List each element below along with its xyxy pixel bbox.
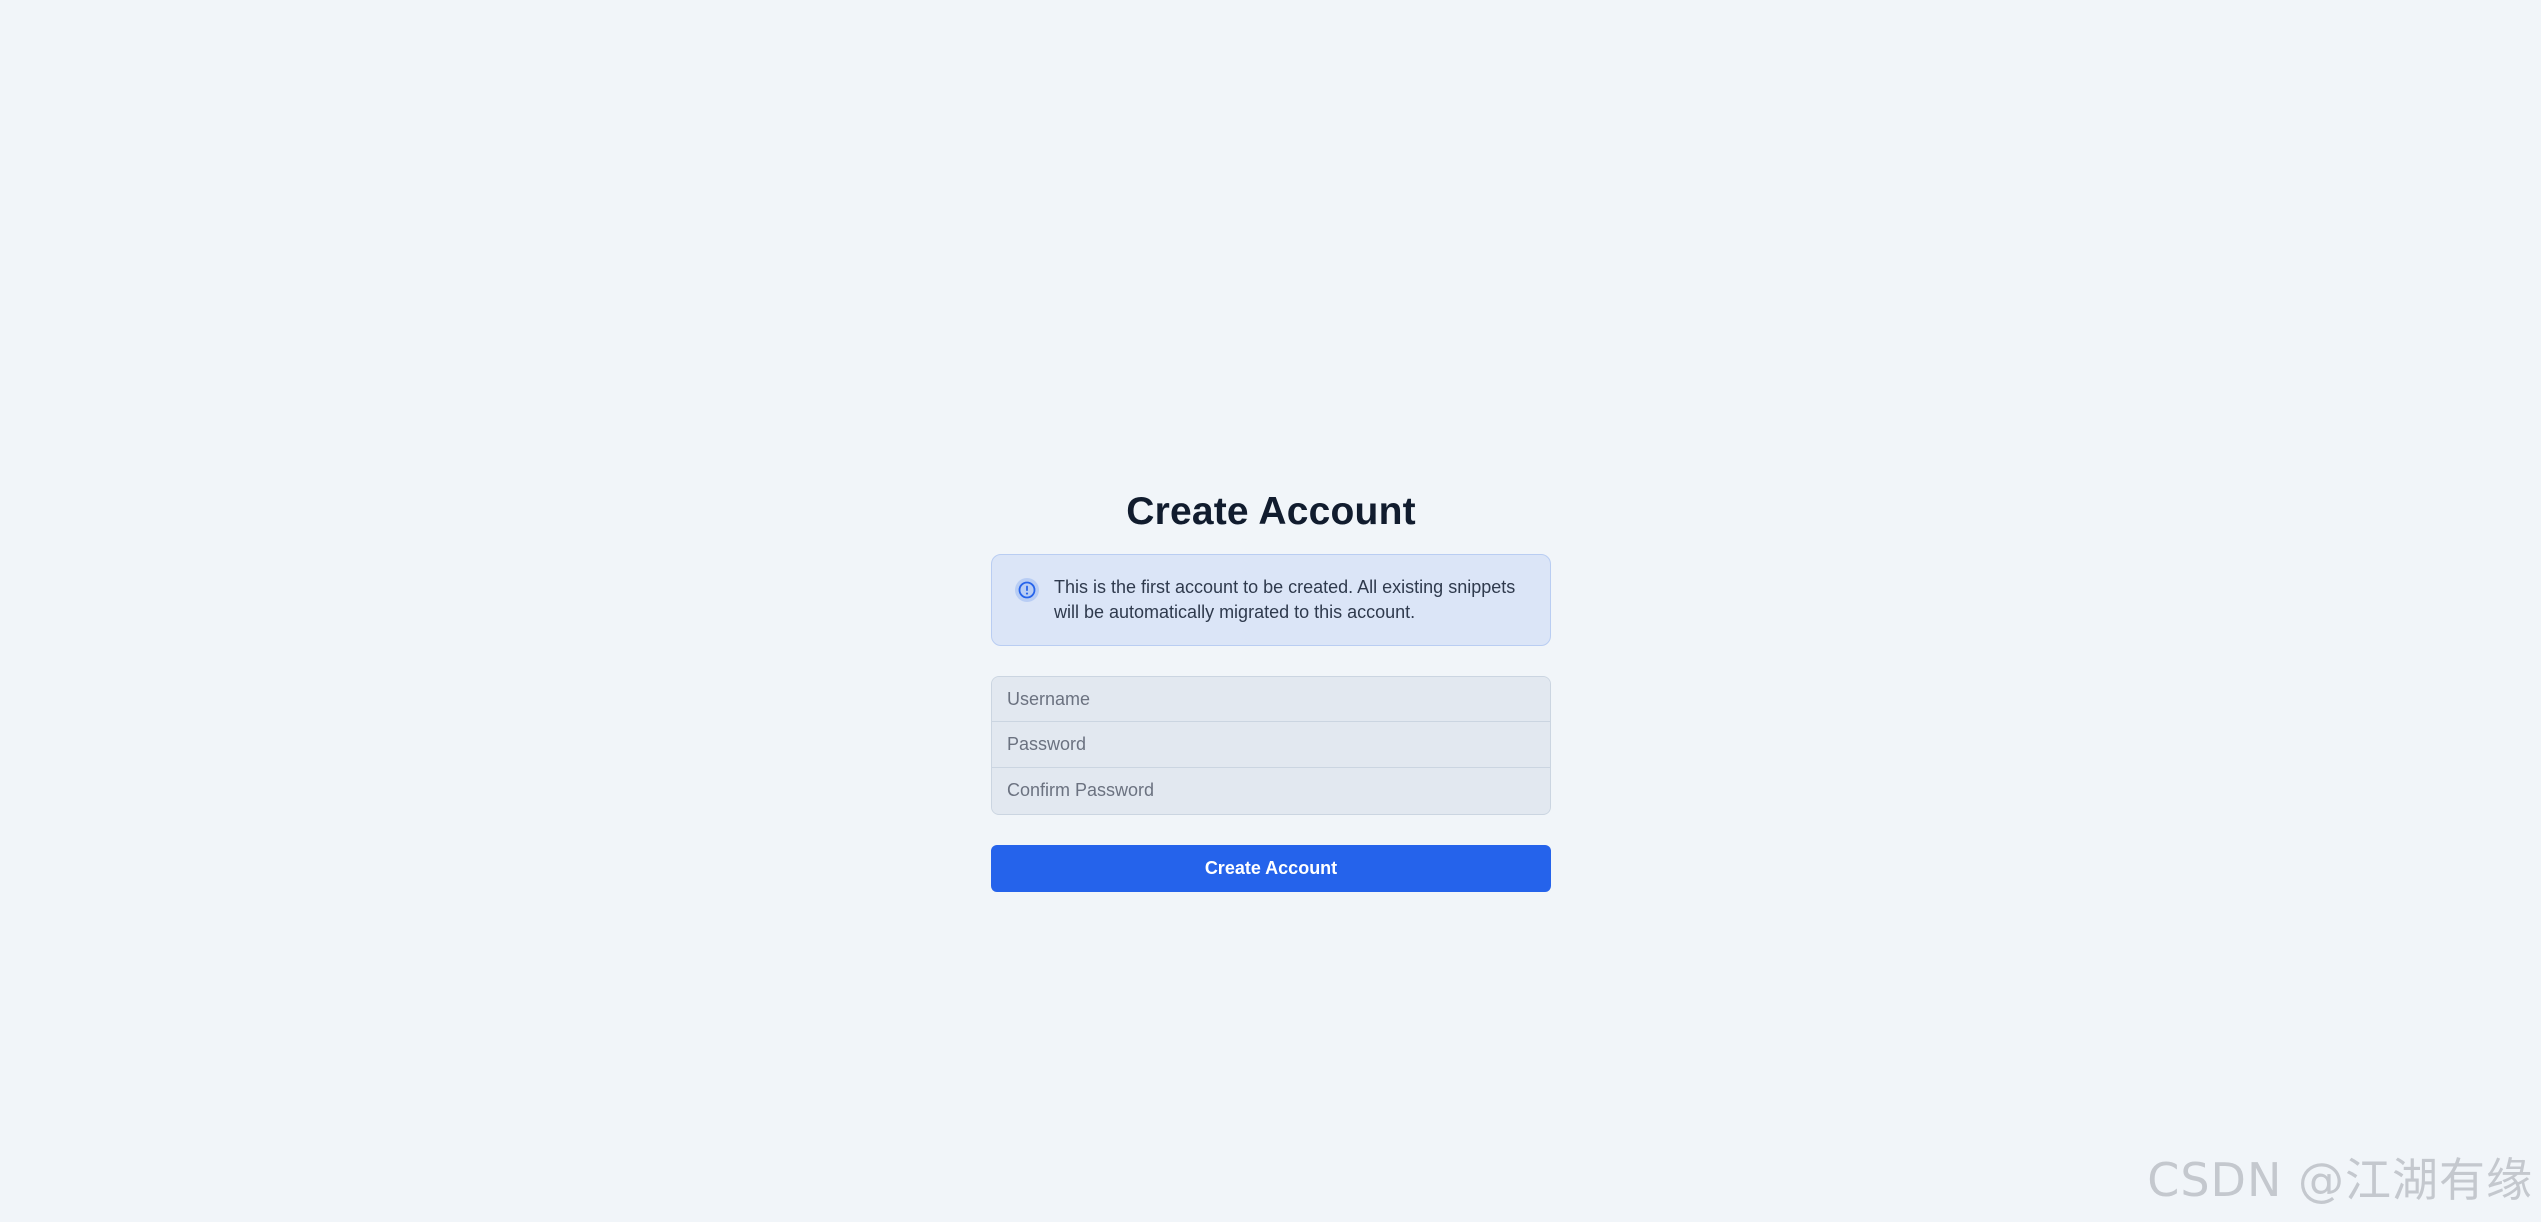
create-account-button[interactable]: Create Account (991, 845, 1551, 892)
create-account-form: Create Account This is the first account… (991, 478, 1551, 892)
info-circle-icon (1014, 577, 1040, 603)
confirm-password-input[interactable] (992, 767, 1550, 813)
page-title: Create Account (1126, 490, 1416, 533)
notice-text: This is the first account to be created.… (1054, 577, 1516, 622)
credentials-field-group (991, 676, 1551, 815)
watermark: CSDN @江湖有缘 (2147, 1153, 2533, 1207)
page: Create Account This is the first account… (0, 0, 2541, 1222)
password-input[interactable] (992, 722, 1550, 768)
first-account-notice: This is the first account to be created.… (991, 554, 1551, 646)
username-input[interactable] (992, 677, 1550, 723)
